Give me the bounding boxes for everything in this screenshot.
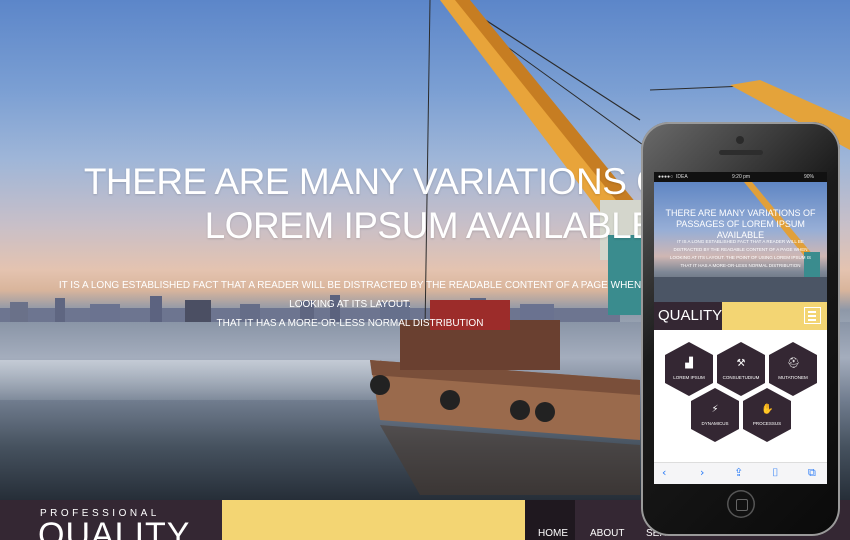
logo-wordmark: QUALITY [38,516,191,540]
phone-subtext: IT IS A LONG ESTABLISHED FACT THAT A REA… [669,239,812,268]
service-hex-processus[interactable]: ✋ PROCESSUS [743,388,791,442]
helmet-icon: ⛑ [787,358,800,369]
speaker-grille [719,150,763,155]
site-logo[interactable]: PROFESSIONAL QUALITY [0,500,222,540]
carrier-label: IDEA [676,174,688,180]
service-label: PROCESSUS [752,421,782,426]
hand-icon: ✋ [761,404,774,415]
phone-status-bar: ●●●●○ IDEA 9:20 pm 90% [654,172,827,182]
back-icon[interactable]: ‹ [662,466,666,479]
tabs-icon[interactable]: ⧉ [808,466,816,480]
phone-mockup: ●●●●○ IDEA 9:20 pm 90% THERE ARE MANY VA… [641,122,840,536]
service-label: LOREM IPSUM [673,375,705,380]
phone-headline: THERE ARE MANY VARIATIONS OF PASSAGES OF… [665,208,816,240]
forward-icon[interactable]: › [700,466,704,479]
service-label: MUTATIONEM [778,375,808,380]
bookmarks-icon[interactable]: ⌷ [772,466,779,480]
tower-icon: ⚡ [711,404,719,415]
nav-item-about[interactable]: ABOUT [590,528,624,539]
factory-icon: ▟ [685,358,693,369]
battery-label: 90% [804,174,815,180]
hero-subtext: IT IS A LONG ESTABLISHED FACT THAT A REA… [40,276,660,333]
time-label: 9:20 pm [732,174,751,180]
camera-icon [736,136,744,144]
service-label: CONSUETUDIUM [722,375,760,380]
service-hex-dynamicus[interactable]: ⚡ DYNAMICUS [691,388,739,442]
phone-logo[interactable]: QUALITY [654,302,722,330]
signal-icon: ●●●●○ [658,174,674,180]
nav-item-home[interactable]: HOME [525,500,575,540]
hero-subtext-line2: THAT IT HAS A MORE-OR-LESS NORMAL DISTRI… [216,318,484,329]
worker-icon: ⚒ [736,358,746,369]
hamburger-menu-icon[interactable] [804,307,821,324]
share-icon[interactable]: ⇪ [734,466,743,479]
safari-toolbar: ‹ › ⇪ ⌷ ⧉ [654,462,827,484]
hero-subtext-line1: IT IS A LONG ESTABLISHED FACT THAT A REA… [58,280,642,310]
service-label: DYNAMICUS [701,421,729,426]
phone-screen: ●●●●○ IDEA 9:20 pm 90% THERE ARE MANY VA… [654,172,827,484]
home-button[interactable] [727,490,755,518]
